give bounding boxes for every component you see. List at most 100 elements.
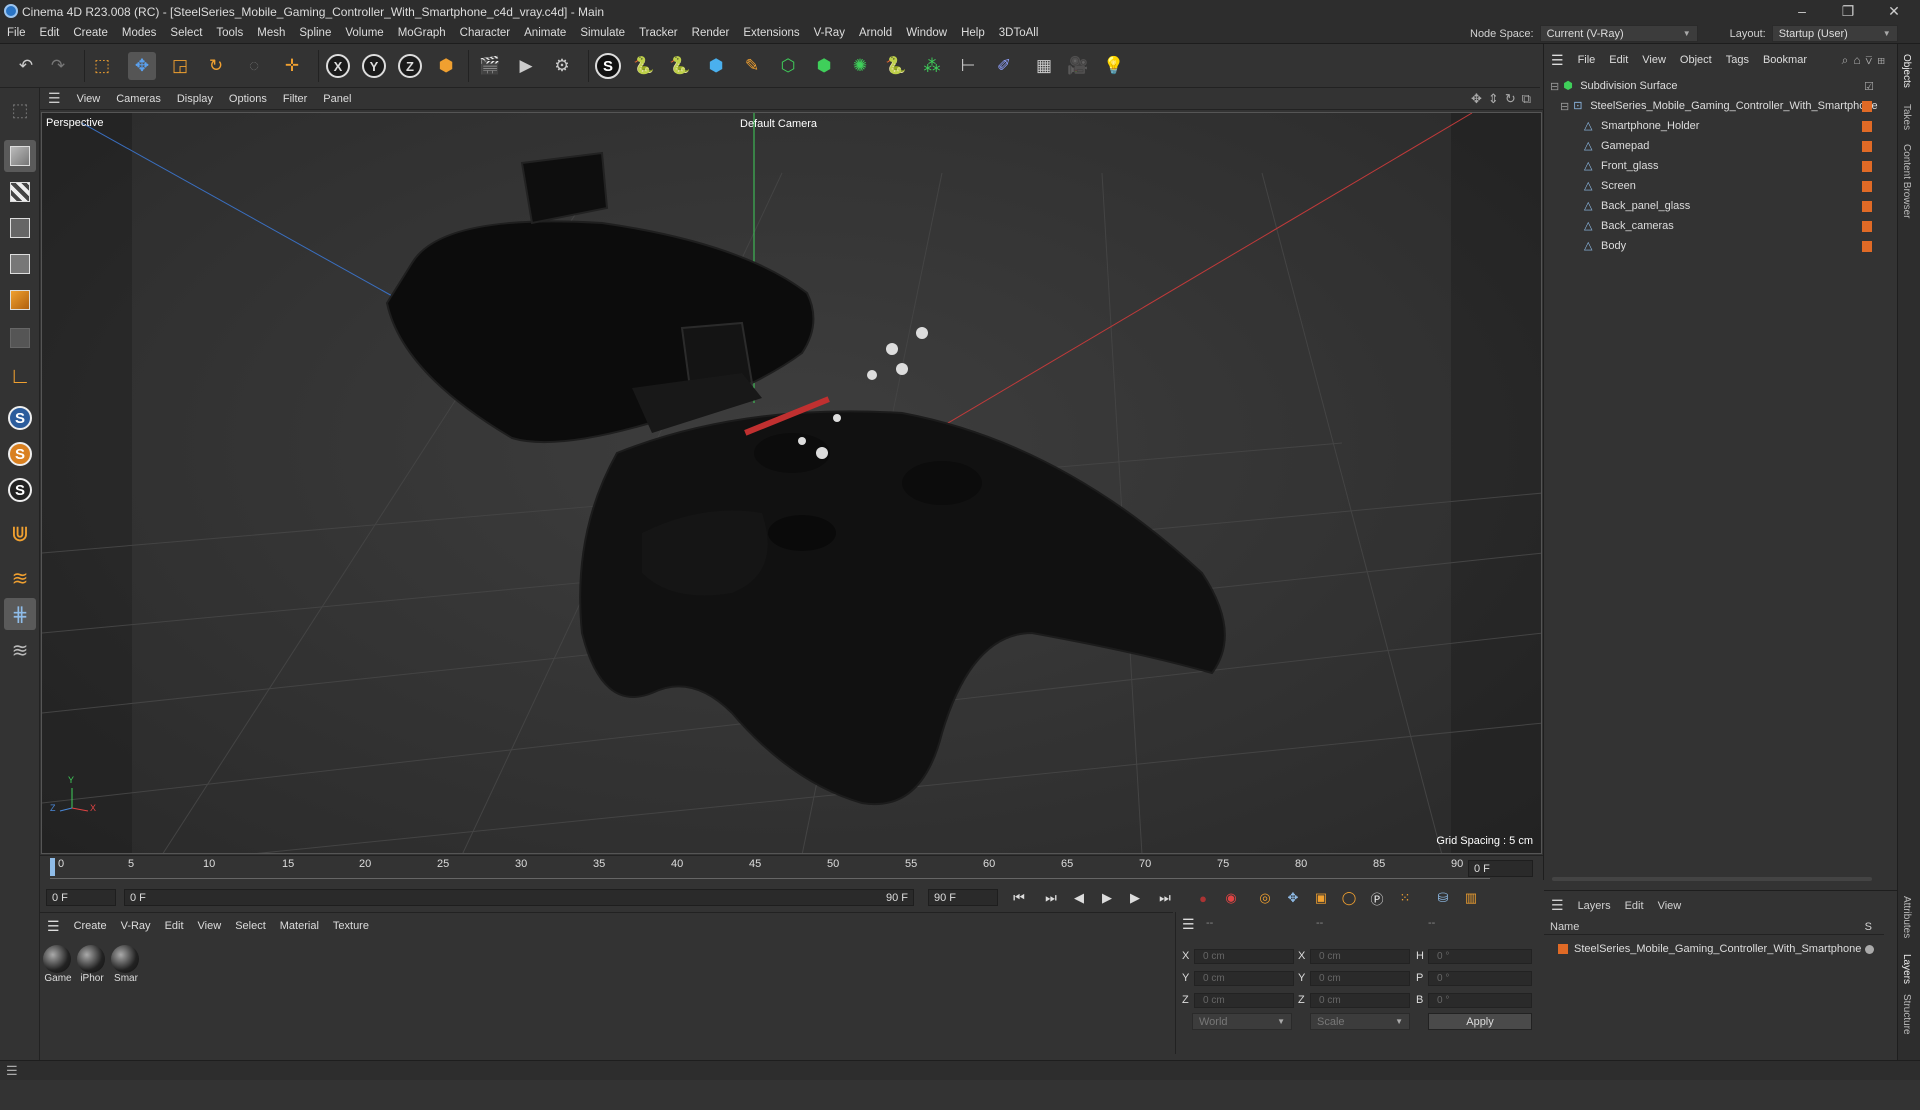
snap-settings-icon[interactable]: S bbox=[4, 438, 36, 470]
pen-spline-icon[interactable]: ✎ bbox=[738, 52, 766, 80]
step-back-icon[interactable]: ◀ bbox=[1068, 888, 1090, 908]
tree-item[interactable]: △ Smartphone_Holder bbox=[1544, 116, 1884, 136]
current-frame-field[interactable]: 0 F bbox=[1468, 860, 1533, 877]
tree-item[interactable]: △ Back_panel_glass bbox=[1544, 196, 1884, 216]
camera-label[interactable]: Default Camera bbox=[740, 118, 817, 130]
tab-layers[interactable]: Layers bbox=[1901, 954, 1912, 984]
obj-menu-bookmarks[interactable]: Bookmar bbox=[1756, 54, 1814, 66]
material-item[interactable]: iPhor bbox=[77, 945, 107, 984]
menu-volume[interactable]: Volume bbox=[338, 27, 390, 39]
mat-menu-create[interactable]: Create bbox=[67, 920, 114, 932]
material-tag-icon[interactable] bbox=[1862, 220, 1872, 232]
layer-color-swatch[interactable] bbox=[1558, 944, 1568, 954]
render-picture-viewer-icon[interactable]: ▶ bbox=[512, 52, 540, 80]
transform-icon[interactable]: ✛ bbox=[278, 52, 306, 80]
viewport-menu-options[interactable]: Options bbox=[221, 93, 275, 105]
mat-menu-edit[interactable]: Edit bbox=[158, 920, 191, 932]
mat-menu-vray[interactable]: V-Ray bbox=[114, 920, 158, 932]
timeline-icon[interactable]: ⛁ bbox=[1432, 888, 1454, 908]
menu-vray[interactable]: V-Ray bbox=[807, 27, 852, 39]
tab-content-browser[interactable]: Content Browser bbox=[1901, 144, 1912, 218]
tab-takes[interactable]: Takes bbox=[1901, 104, 1912, 130]
size-z-field[interactable]: 0 cm bbox=[1310, 993, 1410, 1008]
viewport-perspective[interactable]: Y X Z Perspective Default Camera Grid Sp… bbox=[41, 112, 1542, 854]
collapse-icon[interactable]: ⊟ bbox=[1550, 80, 1559, 93]
menu-modes[interactable]: Modes bbox=[115, 27, 164, 39]
menu-arnold[interactable]: Arnold bbox=[852, 27, 899, 39]
hamburger-icon[interactable]: ☰ bbox=[1544, 897, 1571, 914]
layer-menu-view[interactable]: View bbox=[1651, 900, 1689, 912]
uv-mode-icon[interactable] bbox=[4, 322, 36, 354]
menu-animate[interactable]: Animate bbox=[517, 27, 573, 39]
frame-range-slider[interactable]: 0 F 90 F bbox=[124, 889, 914, 906]
polygons-mode-icon[interactable] bbox=[4, 284, 36, 316]
keyframe-selection-icon[interactable]: ◎ bbox=[1254, 888, 1276, 908]
menu-mograph[interactable]: MoGraph bbox=[391, 27, 453, 39]
menu-spline[interactable]: Spline bbox=[292, 27, 338, 39]
mat-menu-view[interactable]: View bbox=[191, 920, 229, 932]
menu-edit[interactable]: Edit bbox=[33, 27, 67, 39]
x-axis-icon[interactable]: X bbox=[324, 52, 352, 80]
cube-primitive-icon[interactable]: ⬢ bbox=[702, 52, 730, 80]
tree-item[interactable]: △ Front_glass bbox=[1544, 156, 1884, 176]
hamburger-icon[interactable]: ☰ bbox=[6, 1063, 18, 1079]
make-editable-icon[interactable]: ⬚ bbox=[4, 94, 36, 126]
go-to-end-icon[interactable]: ⏭ bbox=[1154, 888, 1176, 908]
menu-3dtoall[interactable]: 3DToAll bbox=[992, 27, 1046, 39]
viewport-menu-panel[interactable]: Panel bbox=[315, 93, 359, 105]
pla-key-icon[interactable]: ⁙ bbox=[1394, 888, 1416, 908]
close-button[interactable]: ✕ bbox=[1872, 0, 1916, 23]
step-forward-icon[interactable]: ▶ bbox=[1124, 888, 1146, 908]
sketch-icon[interactable]: ✐ bbox=[990, 52, 1018, 80]
parameter-key-icon[interactable]: Ⓟ bbox=[1366, 888, 1388, 908]
material-item[interactable]: Game bbox=[43, 945, 73, 984]
coord-space-dropdown[interactable]: World ▼ bbox=[1192, 1013, 1292, 1030]
y-axis-icon[interactable]: Y bbox=[360, 52, 388, 80]
obj-menu-edit[interactable]: Edit bbox=[1602, 54, 1635, 66]
subdivision-icon[interactable]: ⬡ bbox=[774, 52, 802, 80]
deformer-icon[interactable]: 🐍 bbox=[882, 52, 910, 80]
minimize-button[interactable]: – bbox=[1780, 0, 1824, 23]
mat-menu-select[interactable]: Select bbox=[228, 920, 273, 932]
size-x-field[interactable]: 0 cm bbox=[1310, 949, 1410, 964]
solo-icon[interactable]: ≋ bbox=[4, 562, 36, 594]
tree-item[interactable]: △ Back_cameras bbox=[1544, 216, 1884, 236]
menu-render[interactable]: Render bbox=[685, 27, 737, 39]
viewport-nav-icons[interactable]: ✥⇕↻⧉ bbox=[1471, 91, 1537, 107]
previous-key-icon[interactable]: ⏭ bbox=[1040, 888, 1062, 908]
selection-filter-icon[interactable]: ◌ bbox=[240, 52, 268, 80]
menu-extensions[interactable]: Extensions bbox=[736, 27, 806, 39]
layer-menu-layers[interactable]: Layers bbox=[1571, 900, 1618, 912]
restore-button[interactable]: ❐ bbox=[1826, 0, 1870, 23]
tab-structure[interactable]: Structure bbox=[1901, 994, 1912, 1035]
render-settings-icon[interactable]: ⚙ bbox=[548, 52, 576, 80]
check-icon[interactable]: ☑ bbox=[1864, 80, 1874, 93]
menu-window[interactable]: Window bbox=[899, 27, 954, 39]
hamburger-icon[interactable]: ☰ bbox=[40, 90, 69, 107]
end-frame-field[interactable]: 90 F bbox=[928, 889, 998, 906]
tree-item-subdivision-surface[interactable]: ⊟ ⬢ Subdivision Surface ☑ bbox=[1544, 76, 1884, 96]
material-tag-icon[interactable] bbox=[1862, 240, 1872, 252]
apply-button[interactable]: Apply bbox=[1428, 1013, 1532, 1030]
viewport-menu-display[interactable]: Display bbox=[169, 93, 221, 105]
mat-menu-material[interactable]: Material bbox=[273, 920, 326, 932]
layer-solo-dot[interactable] bbox=[1865, 944, 1874, 954]
menu-character[interactable]: Character bbox=[453, 27, 518, 39]
hamburger-icon[interactable]: ☰ bbox=[1544, 52, 1571, 69]
menu-tools[interactable]: Tools bbox=[209, 27, 250, 39]
auto-key-icon[interactable]: ◉ bbox=[1220, 888, 1242, 908]
size-y-field[interactable]: 0 cm bbox=[1310, 971, 1410, 986]
edges-mode-icon[interactable] bbox=[4, 248, 36, 280]
horizontal-scrollbar[interactable] bbox=[1552, 877, 1872, 881]
snap-icon[interactable]: S bbox=[4, 402, 36, 434]
live-selection-icon[interactable]: ⬚ bbox=[88, 52, 116, 80]
obj-menu-tags[interactable]: Tags bbox=[1719, 54, 1756, 66]
viewport-menu-cameras[interactable]: Cameras bbox=[108, 93, 169, 105]
obj-menu-view[interactable]: View bbox=[1635, 54, 1673, 66]
rotation-b-field[interactable]: 0 ° bbox=[1428, 993, 1532, 1008]
python-script-2-icon[interactable]: 🐍 bbox=[666, 52, 694, 80]
position-x-field[interactable]: 0 cm bbox=[1194, 949, 1294, 964]
material-tag-icon[interactable] bbox=[1862, 200, 1872, 212]
cloner-icon[interactable]: ✺ bbox=[846, 52, 874, 80]
magnet-icon[interactable]: ⋓ bbox=[4, 518, 36, 550]
